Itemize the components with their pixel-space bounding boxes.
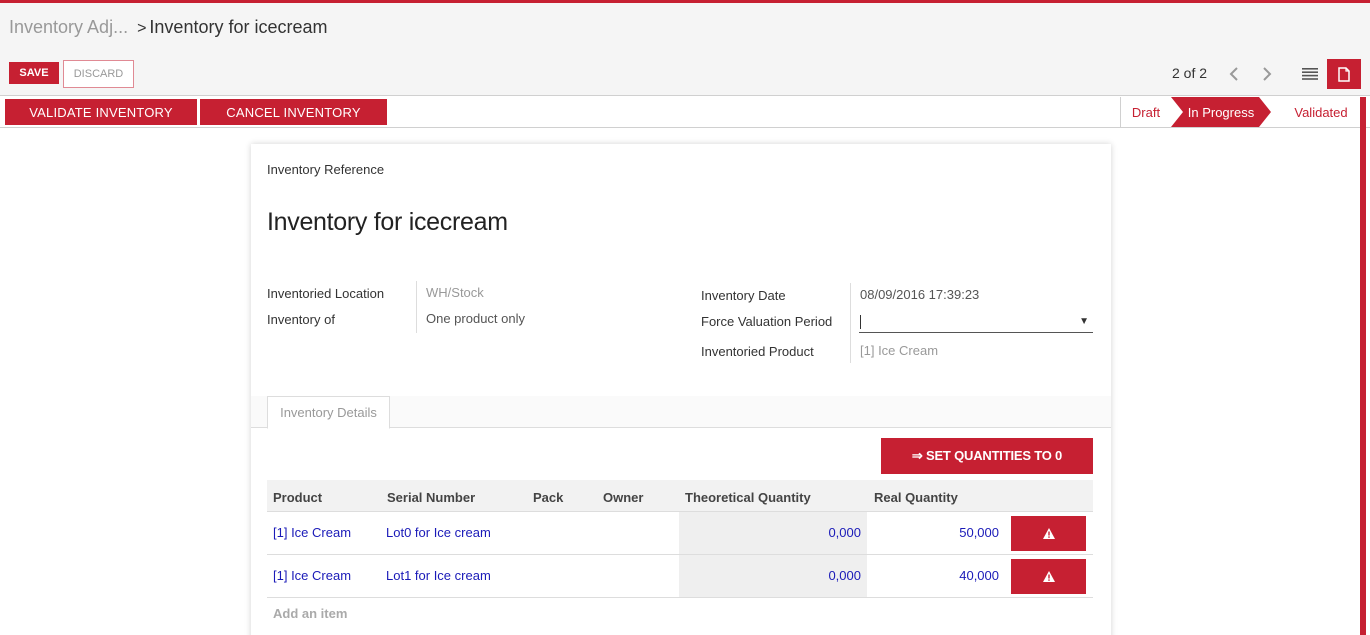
row-warning-button[interactable] <box>1011 516 1086 551</box>
row-real-quantity[interactable]: 50,000 <box>867 512 1003 554</box>
list-view-icon <box>1302 68 1318 80</box>
stage-in-progress[interactable]: In Progress <box>1171 97 1271 127</box>
field-separator <box>850 283 851 363</box>
list-view-button[interactable] <box>1293 59 1327 89</box>
chevron-right-icon <box>1263 67 1272 81</box>
reference-value[interactable]: Inventory for icecream <box>267 208 508 237</box>
product-value[interactable]: [1] Ice Cream <box>860 343 938 358</box>
notebook-tabs: Inventory Details <box>251 396 1111 429</box>
pager-next-button[interactable] <box>1251 59 1283 89</box>
stage-pipeline: Draft In Progress Validated <box>1120 97 1360 127</box>
inventory-lines-table: Product Serial Number Pack Owner Theoret… <box>267 480 1093 628</box>
date-value[interactable]: 08/09/2016 17:39:23 <box>860 287 979 302</box>
warning-icon <box>1042 571 1055 582</box>
reference-label: Inventory Reference <box>267 162 385 177</box>
column-real-quantity[interactable]: Real Quantity <box>874 480 958 512</box>
inventory-of-label: Inventory of <box>267 312 335 327</box>
warning-icon <box>1042 528 1055 539</box>
caret-down-icon: ▼ <box>1079 316 1089 327</box>
table-row[interactable]: [1] Ice Cream Lot1 for Ice cream 0,000 4… <box>267 555 1093 598</box>
control-panel: Inventory Adj... > Inventory for icecream … <box>0 3 1370 96</box>
date-label: Inventory Date <box>701 288 786 303</box>
form-sheet: Inventory Reference Inventory for icecre… <box>251 144 1111 635</box>
row-product[interactable]: [1] Ice Cream <box>273 512 351 555</box>
save-button[interactable]: SAVE <box>9 62 59 84</box>
validate-inventory-button[interactable]: VALIDATE INVENTORY <box>5 99 197 125</box>
set-quantities-button[interactable]: ⇒ SET QUANTITIES TO 0 <box>881 438 1093 474</box>
column-pack[interactable]: Pack <box>533 480 563 512</box>
row-theoretical-quantity: 0,000 <box>679 512 867 554</box>
form-view-icon <box>1338 66 1350 82</box>
stage-validated[interactable]: Validated <box>1273 97 1361 127</box>
row-serial-number[interactable]: Lot0 for Ice cream <box>386 512 491 555</box>
row-warning-button[interactable] <box>1011 559 1086 594</box>
column-owner[interactable]: Owner <box>603 480 643 512</box>
table-header: Product Serial Number Pack Owner Theoret… <box>267 480 1093 512</box>
status-bar: VALIDATE INVENTORY CANCEL INVENTORY Draf… <box>0 97 1370 128</box>
location-label: Inventoried Location <box>267 286 385 301</box>
discard-button[interactable]: DISCARD <box>63 60 134 88</box>
period-label: Force Valuation Period <box>701 314 833 329</box>
breadcrumb-separator: > <box>137 20 147 37</box>
add-item-row: Add an item <box>267 598 1093 628</box>
add-item-link[interactable]: Add an item <box>273 606 347 621</box>
breadcrumb-parent-link[interactable]: Inventory Adj... <box>9 17 128 37</box>
pager-value: 2 of 2 <box>1172 65 1208 81</box>
right-accent-bar <box>1360 97 1366 635</box>
table-row[interactable]: [1] Ice Cream Lot0 for Ice cream 0,000 5… <box>267 512 1093 555</box>
valuation-period-select[interactable]: ▼ <box>859 313 1093 333</box>
column-serial-number[interactable]: Serial Number <box>387 480 475 512</box>
row-product[interactable]: [1] Ice Cream <box>273 555 351 598</box>
column-product[interactable]: Product <box>273 480 322 512</box>
chevron-left-icon <box>1229 67 1238 81</box>
breadcrumb: Inventory Adj... > Inventory for icecream <box>9 17 328 38</box>
location-value[interactable]: WH/Stock <box>426 285 484 300</box>
tab-inventory-details[interactable]: Inventory Details <box>267 396 390 429</box>
field-separator <box>416 281 417 333</box>
row-theoretical-quantity: 0,000 <box>679 555 867 597</box>
text-cursor <box>860 315 861 329</box>
stage-draft[interactable]: Draft <box>1121 97 1171 127</box>
column-theoretical-quantity[interactable]: Theoretical Quantity <box>685 480 811 512</box>
cancel-inventory-button[interactable]: CANCEL INVENTORY <box>200 99 387 125</box>
pager-previous-button[interactable] <box>1218 59 1250 89</box>
form-view-button[interactable] <box>1327 59 1361 89</box>
breadcrumb-current: Inventory for icecream <box>149 17 328 37</box>
product-label: Inventoried Product <box>701 344 814 359</box>
inventory-of-value[interactable]: One product only <box>426 311 525 326</box>
row-real-quantity[interactable]: 40,000 <box>867 555 1003 597</box>
row-serial-number[interactable]: Lot1 for Ice cream <box>386 555 491 598</box>
